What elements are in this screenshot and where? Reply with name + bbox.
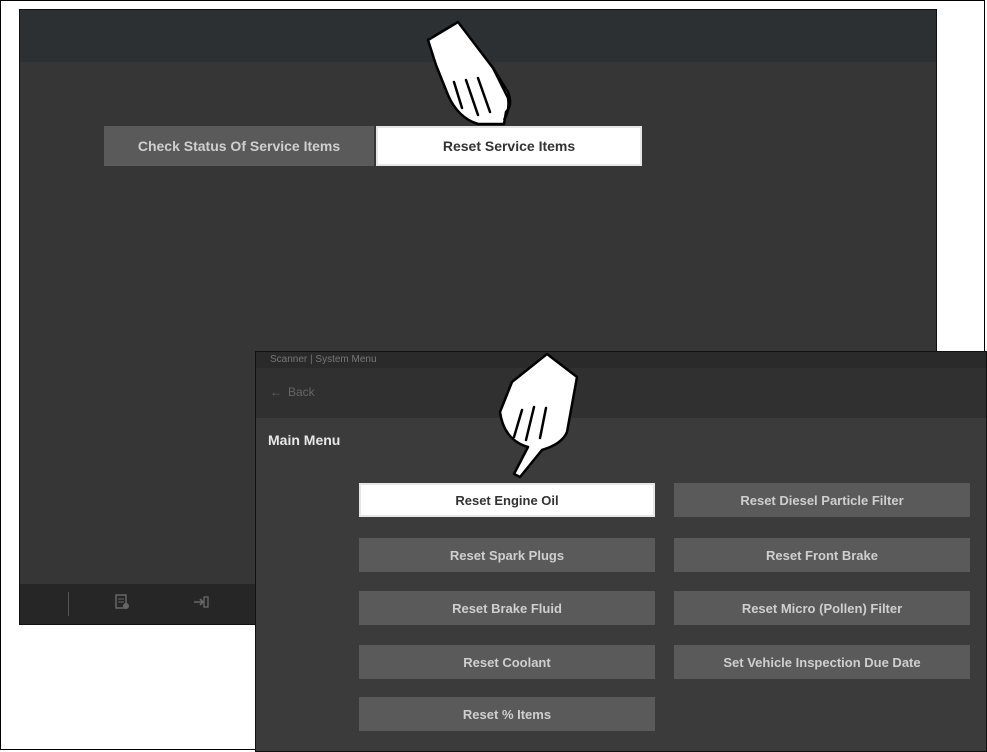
menu-item-reset-percent-items[interactable]: Reset % Items (359, 697, 655, 731)
check-status-button[interactable]: Check Status Of Service Items (104, 126, 374, 166)
pointing-hand-icon (426, 20, 512, 126)
toolbar-divider (68, 592, 69, 616)
system-menu-screen: Scanner | System Menu ← Back Main Menu Re… (255, 351, 987, 752)
back-bar: ← Back (256, 368, 986, 418)
report-icon[interactable] (114, 594, 130, 615)
menu-item-reset-coolant[interactable]: Reset Coolant (359, 645, 655, 679)
exit-icon[interactable] (192, 594, 210, 615)
back-button[interactable]: ← Back (270, 385, 315, 399)
menu-item-reset-front-brake[interactable]: Reset Front Brake (674, 538, 970, 572)
pointing-hand-icon (498, 352, 579, 479)
menu-item-reset-diesel-particle-filter[interactable]: Reset Diesel Particle Filter (674, 483, 970, 517)
menu-item-set-inspection-due-date[interactable]: Set Vehicle Inspection Due Date (674, 645, 970, 679)
menu-item-reset-spark-plugs[interactable]: Reset Spark Plugs (359, 538, 655, 572)
back-arrow-icon: ← (270, 385, 282, 399)
title-bar: Scanner | System Menu (256, 352, 986, 368)
breadcrumb: Scanner | System Menu (270, 354, 377, 365)
menu-item-reset-brake-fluid[interactable]: Reset Brake Fluid (359, 591, 655, 625)
menu-item-reset-engine-oil[interactable]: Reset Engine Oil (359, 483, 655, 517)
back-label: Back (288, 385, 315, 399)
menu-item-reset-micro-filter[interactable]: Reset Micro (Pollen) Filter (674, 591, 970, 625)
page-title: Main Menu (268, 432, 341, 448)
reset-service-items-button[interactable]: Reset Service Items (376, 126, 642, 166)
